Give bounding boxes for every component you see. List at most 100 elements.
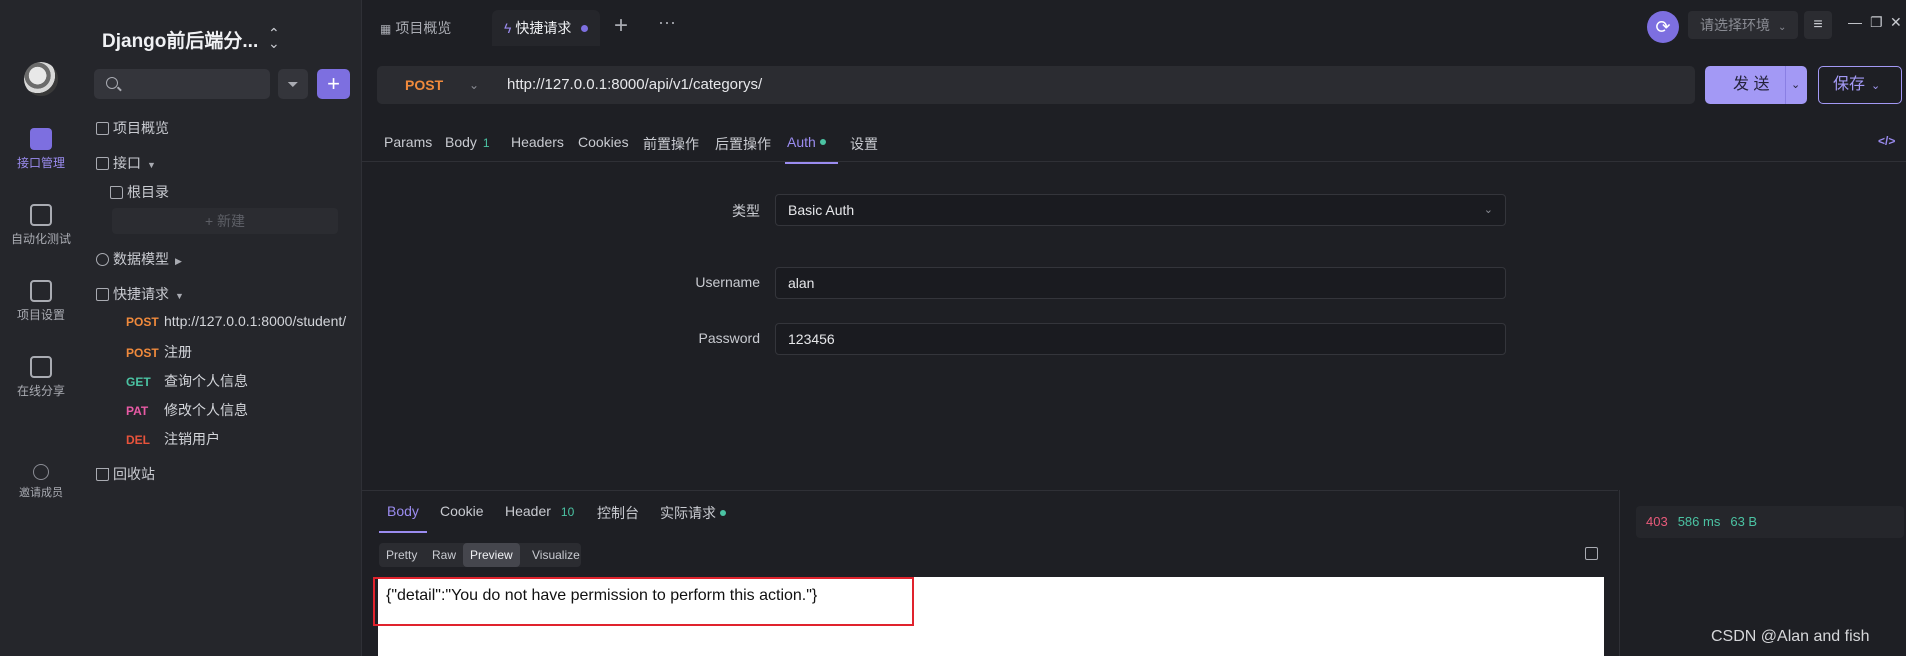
request-name: 查询个人信息 — [164, 373, 248, 389]
tab-pre-ops[interactable]: 前置操作 — [643, 134, 699, 154]
project-switch-icon[interactable]: ⌃ ⌄ — [268, 26, 280, 50]
tab-quick-request[interactable]: ϟ 快捷请求 — [492, 10, 601, 46]
request-tabs: Params Body 1 Headers Cookies 前置操作 后置操作 A… — [362, 122, 1906, 164]
request-item[interactable]: POST http://127.0.0.1:8000/student/ — [126, 313, 346, 329]
response-time: 586 ms — [1677, 514, 1721, 529]
tree-item-trash[interactable]: 回收站 — [96, 464, 155, 484]
status-dot-icon — [819, 139, 826, 145]
response-size: 63 B — [1730, 514, 1758, 529]
sync-icon[interactable]: ⟳ — [1647, 11, 1679, 43]
request-item[interactable]: PAT 修改个人信息 — [126, 400, 248, 420]
password-field[interactable]: 123456 — [775, 323, 1506, 355]
tab-bar: ▦ 项目概览 ϟ 快捷请求 + ··· ⟳ 请选择环境 ⌄ ≡ — ❐ ✕ — [362, 0, 1906, 56]
tab-settings[interactable]: 设置 — [850, 134, 878, 154]
tab-auth[interactable]: Auth — [785, 134, 838, 164]
share-icon — [30, 356, 52, 378]
tab-response-body[interactable]: Body — [379, 503, 427, 533]
rail-item-label: 项目设置 — [16, 308, 65, 322]
left-rail: 接口管理 自动化测试 项目设置 在线分享 邀请成员 — [0, 0, 82, 656]
search-input[interactable] — [94, 69, 270, 99]
request-item[interactable]: POST 注册 — [126, 342, 192, 362]
code-icon[interactable]: </> — [1878, 134, 1895, 148]
user-avatar[interactable] — [24, 62, 58, 96]
count-badge: 10 — [560, 505, 575, 519]
tab-label: Header — [505, 503, 551, 519]
url-bar: POST ⌄ http://127.0.0.1:8000/api/v1/cate… — [377, 66, 1695, 104]
rail-item-project-settings[interactable]: 项目设置 — [0, 280, 82, 323]
save-button[interactable]: 保存 ⌄ — [1818, 66, 1902, 104]
send-button[interactable]: 发 送 ⌄ — [1705, 66, 1807, 104]
tab-label: 项目概览 — [395, 20, 452, 36]
status-dot-icon — [720, 510, 726, 516]
url-input[interactable]: http://127.0.0.1:8000/api/v1/categorys/ — [507, 66, 762, 104]
rail-item-automation[interactable]: 自动化测试 — [0, 204, 82, 247]
download-icon[interactable] — [1585, 547, 1598, 560]
method-badge: POST — [126, 315, 159, 329]
tree-item-quick-requests[interactable]: 快捷请求 ▼ — [96, 284, 184, 304]
tree-item-label: 快捷请求 — [113, 286, 169, 302]
format-visualize[interactable]: Visualize — [525, 543, 587, 567]
tab-params[interactable]: Params — [384, 134, 432, 150]
status-code: 403 — [1646, 514, 1668, 529]
environment-placeholder: 请选择环境 — [1700, 17, 1770, 33]
tab-overview[interactable]: ▦ 项目概览 — [368, 10, 463, 46]
username-field[interactable]: alan — [775, 267, 1506, 299]
auth-type-label: 类型 — [732, 203, 760, 219]
minimize-icon[interactable]: — — [1848, 14, 1862, 30]
request-name: 修改个人信息 — [164, 402, 248, 418]
method-badge: POST — [126, 346, 159, 360]
rail-item-api-management[interactable]: 接口管理 — [0, 128, 82, 171]
request-name: http://127.0.0.1:8000/student/ — [164, 313, 347, 329]
chevron-down-icon[interactable]: ⌄ — [1791, 66, 1800, 104]
tab-cookies[interactable]: Cookies — [578, 134, 629, 150]
password-label: Password — [698, 330, 760, 346]
rail-item-label: 自动化测试 — [10, 232, 71, 246]
add-button[interactable]: + — [317, 69, 350, 99]
tab-headers[interactable]: Headers — [511, 134, 564, 150]
tree-item-apis[interactable]: 接口 ▼ — [96, 153, 156, 173]
format-raw[interactable]: Raw — [425, 543, 463, 567]
close-icon[interactable]: ✕ — [1890, 14, 1902, 31]
request-name: 注销用户 — [164, 431, 220, 447]
project-title[interactable]: Django前后端分... — [102, 26, 258, 53]
tab-label: Body — [445, 134, 477, 150]
folder-icon — [110, 186, 123, 199]
method-select[interactable]: POST — [405, 66, 443, 104]
tab-body[interactable]: Body 1 — [445, 134, 490, 150]
tree-item-root[interactable]: 根目录 — [110, 182, 169, 202]
highlight-box — [373, 577, 914, 626]
rail-item-label: 在线分享 — [16, 384, 65, 398]
restore-icon[interactable]: ❐ — [1870, 14, 1883, 31]
invite-icon — [33, 464, 49, 480]
new-item-button[interactable]: + 新建 — [112, 208, 338, 234]
trash-icon — [96, 468, 109, 481]
chevron-down-icon[interactable]: ⌄ — [469, 66, 479, 104]
tab-actual-request[interactable]: 实际请求 — [660, 503, 726, 523]
divider — [1785, 66, 1786, 104]
tree-item-label: 项目概览 — [113, 120, 169, 136]
rail-item-invite[interactable]: 邀请成员 — [0, 464, 82, 500]
environment-select[interactable]: 请选择环境 ⌄ — [1688, 11, 1798, 39]
format-preview[interactable]: Preview — [463, 543, 520, 567]
chevron-down-icon: ⌄ — [1871, 80, 1881, 92]
rail-item-online-share[interactable]: 在线分享 — [0, 356, 82, 399]
tab-post-ops[interactable]: 后置操作 — [715, 134, 771, 154]
model-icon — [96, 253, 109, 266]
request-item[interactable]: GET 查询个人信息 — [126, 371, 248, 391]
tab-response-console[interactable]: 控制台 — [597, 503, 639, 523]
tab-response-cookie[interactable]: Cookie — [440, 503, 484, 519]
format-pretty[interactable]: Pretty — [379, 543, 424, 567]
tree-item-models[interactable]: 数据模型 ▶ — [96, 249, 182, 269]
menu-icon[interactable]: ≡ — [1804, 11, 1832, 39]
new-tab-button[interactable]: + — [614, 12, 628, 40]
request-item[interactable]: DEL 注销用户 — [126, 429, 220, 449]
tab-response-header[interactable]: Header 10 — [505, 503, 574, 519]
more-tabs-button[interactable]: ··· — [658, 12, 676, 33]
tree-item-label: 根目录 — [127, 184, 169, 200]
filter-button[interactable]: ⏷ — [278, 69, 308, 99]
auth-type-select[interactable]: Basic Auth ⌄ — [775, 194, 1506, 226]
grid-icon — [96, 122, 109, 135]
tree-item-overview[interactable]: 项目概览 — [96, 118, 169, 138]
rail-item-label: 邀请成员 — [19, 487, 63, 499]
api-folder-icon — [96, 157, 109, 170]
